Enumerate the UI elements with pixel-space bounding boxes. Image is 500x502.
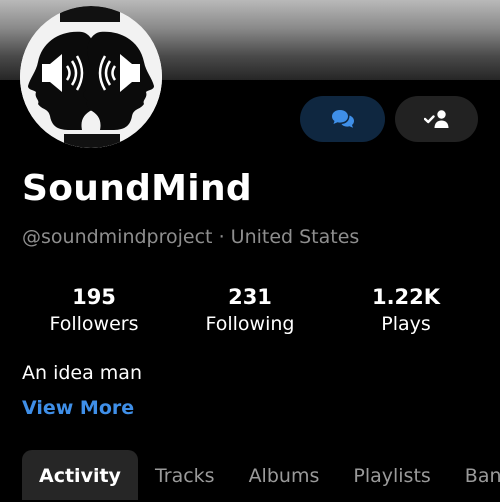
profile-handle: @soundmindproject	[22, 226, 213, 248]
tab-tracks[interactable]: Tracks	[138, 450, 232, 500]
avatar-image	[20, 6, 162, 148]
tab-activity[interactable]: Activity	[22, 450, 138, 500]
profile-subline: @soundmindproject · United States	[22, 226, 359, 248]
following-count: 231	[228, 285, 272, 309]
profile-tabs: Activity Tracks Albums Playlists Ban	[22, 450, 500, 500]
profile-name: SoundMind	[22, 168, 252, 209]
plays-count: 1.22K	[371, 285, 441, 309]
user-check-icon	[423, 110, 448, 128]
followers-count: 195	[72, 285, 116, 309]
chat-bubbles-icon	[331, 110, 354, 128]
plays-stat: 1.22K Plays	[341, 285, 471, 335]
followers-stat[interactable]: 195 Followers	[29, 285, 159, 335]
plays-label: Plays	[381, 313, 431, 335]
view-more-link[interactable]: View More	[22, 397, 134, 419]
followers-label: Followers	[49, 313, 139, 335]
message-button[interactable]	[300, 96, 385, 142]
tab-playlists[interactable]: Playlists	[336, 450, 447, 500]
follow-button[interactable]	[395, 96, 478, 142]
profile-bio: An idea man	[22, 362, 142, 384]
avatar[interactable]	[20, 6, 162, 148]
tab-bands[interactable]: Ban	[448, 450, 500, 500]
subline-separator: ·	[218, 226, 225, 248]
profile-location: United States	[230, 226, 360, 248]
following-stat[interactable]: 231 Following	[185, 285, 315, 335]
following-label: Following	[205, 313, 295, 335]
tab-albums[interactable]: Albums	[232, 450, 337, 500]
